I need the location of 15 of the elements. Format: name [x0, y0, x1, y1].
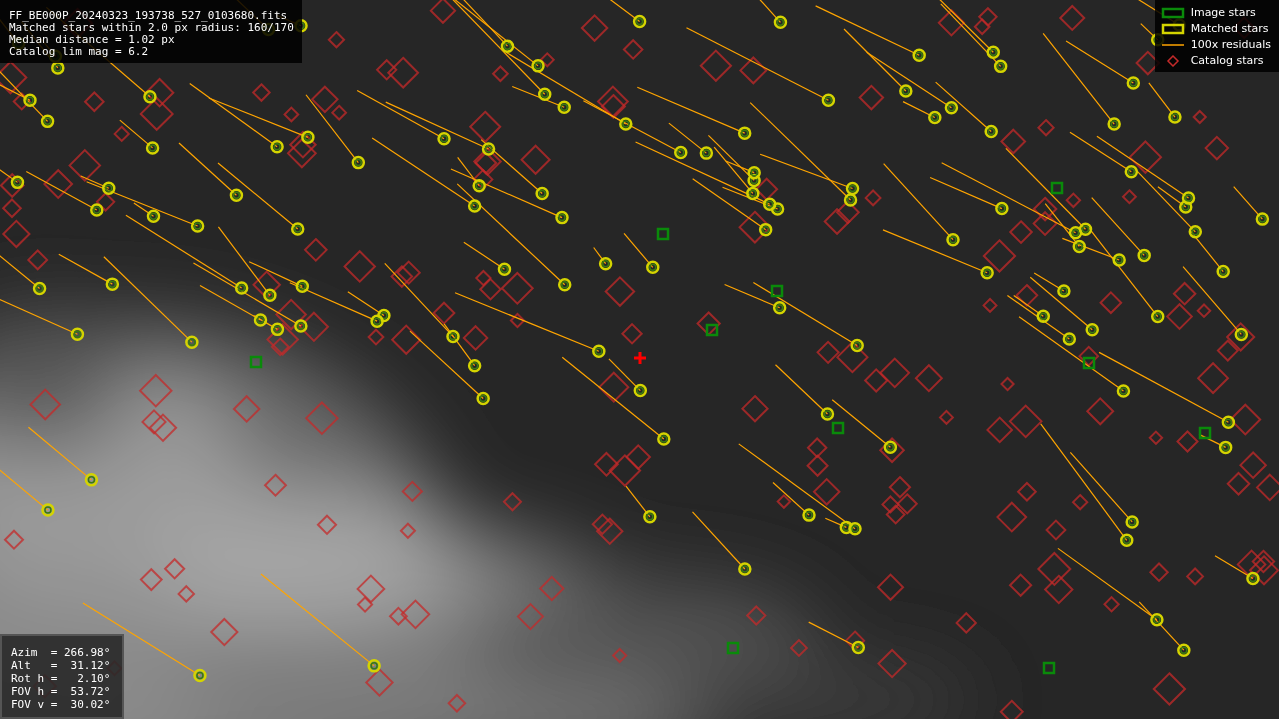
pointing-text: FOV h = 53.72°: [11, 685, 111, 698]
info-text: Matched stars within 2.0 px radius: 160/170: [9, 22, 294, 34]
info-text: Median distance = 1.02 px: [9, 34, 176, 46]
legend-label: 100x residuals: [1190, 38, 1271, 52]
info-text: Catalog lim mag = 6.2: [9, 46, 150, 58]
legend-label: Matched stars: [1190, 22, 1269, 36]
legend-label: Catalog stars: [1190, 54, 1264, 68]
image-legend-icon: [1160, 7, 1185, 19]
legend-label: Image stars: [1190, 6, 1256, 20]
pointing-text: Rot h = 2.10°: [11, 672, 111, 685]
matched-legend-icon: [1160, 23, 1185, 35]
pointing-text: Azim = 266.98°: [11, 646, 111, 659]
pointing-text: FOV v = 30.02°: [11, 698, 111, 711]
pointing-text: Alt = 31.12°: [11, 659, 111, 672]
info-text: FF_BE000P_20240323_193738_527_0103680.fits: [9, 10, 289, 22]
